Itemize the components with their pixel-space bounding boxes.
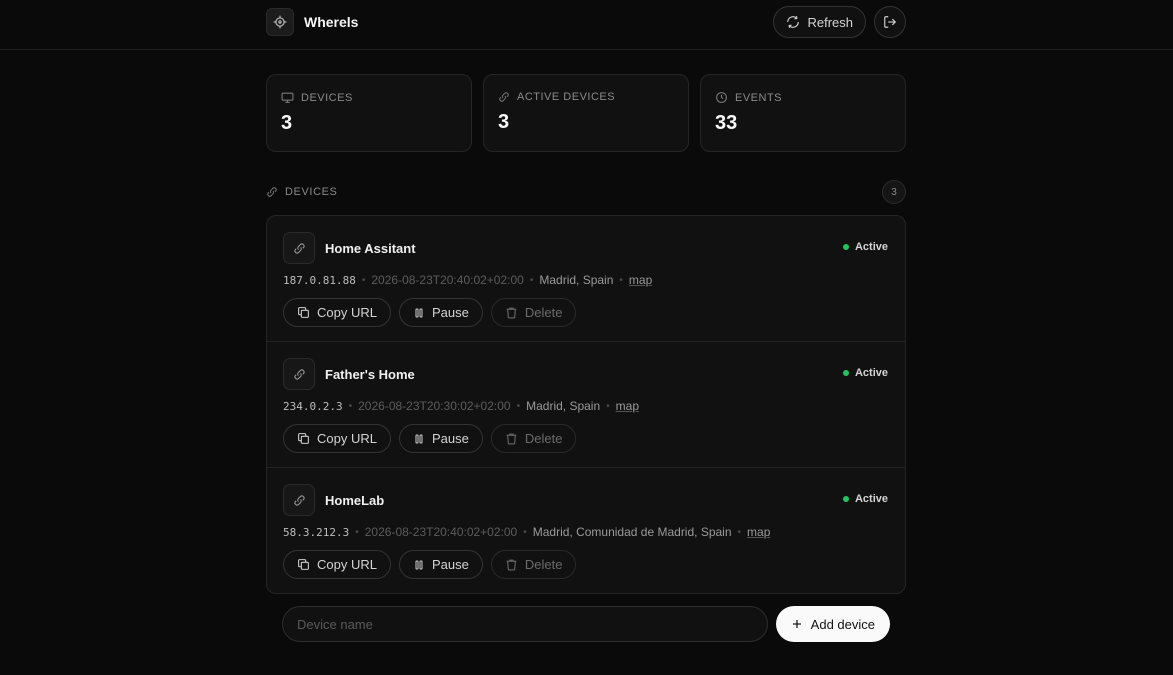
pause-label: Pause [431,431,469,446]
separator-dot: • [516,400,521,412]
device-ip: 58.3.212.3 [283,525,350,539]
separator-dot: • [606,400,610,412]
device-timestamp: 2026-08-23T20:40:02+02:00 [364,525,518,539]
stat-devices: DEVICES 3 [266,74,472,152]
device-timestamp: 2026-08-23T20:40:02+02:00 [371,273,524,287]
stat-events: EVENTS 33 [700,74,906,152]
status-label: Active [854,241,888,253]
stat-value: 3 [281,112,293,134]
map-link[interactable]: map [629,273,652,287]
logout-icon [883,15,897,29]
trash-icon [505,432,518,445]
pause-icon [413,559,425,571]
crosshair-icon [266,8,294,36]
pause-icon [413,433,425,445]
separator-dot: • [523,526,527,538]
pause-button[interactable]: Pause [398,298,483,327]
top-bar: Wherels Refresh [0,0,1173,50]
separator-dot: • [619,274,623,286]
stats-row: DEVICES 3 ACTIVE DEVICES 3 EVENTS 33 [266,74,906,152]
copy-url-label: Copy URL [317,557,377,572]
clock-icon [715,91,728,104]
copy-icon [297,432,310,445]
stat-active-devices: ACTIVE DEVICES 3 [483,74,689,152]
link-icon [498,91,510,103]
pause-icon [413,307,425,319]
stat-label: EVENTS [735,91,783,104]
separator-dot: • [361,274,366,286]
devices-count-badge: 3 [882,180,906,204]
link-icon [266,186,278,198]
add-device-row: Add device [282,606,890,642]
device-name: Father's Home [325,366,415,382]
app-name: Wherels [304,14,359,30]
device-item: Father's Home Active 234.0.2.3 • 2026-08… [267,342,905,468]
delete-button[interactable]: Delete [490,550,577,579]
device-list: Home Assitant Active 187.0.81.88 • 2026-… [266,215,906,594]
refresh-button[interactable]: Refresh [773,6,866,38]
device-ip: 234.0.2.3 [283,399,343,413]
status-dot [842,496,849,502]
device-item: Home Assitant Active 187.0.81.88 • 2026-… [267,216,905,342]
copy-icon [297,558,310,571]
devices-section-header: DEVICES 3 [266,180,906,204]
separator-dot: • [529,274,534,286]
status-badge: Active [842,493,888,505]
brand[interactable]: Wherels [266,8,358,36]
device-timestamp: 2026-08-23T20:30:02+02:00 [358,399,511,413]
pause-label: Pause [431,557,469,572]
pause-button[interactable]: Pause [398,424,483,453]
device-location: Madrid, Spain [526,399,601,413]
separator-dot: • [737,526,742,538]
status-badge: Active [842,367,888,379]
stat-label: DEVICES [301,91,353,104]
status-badge: Active [842,241,888,253]
stat-label: ACTIVE DEVICES [517,91,616,103]
delete-button[interactable]: Delete [490,424,577,453]
delete-label: Delete [524,557,563,572]
trash-icon [505,558,518,571]
delete-label: Delete [524,431,563,446]
add-device-label: Add device [810,616,875,632]
copy-url-button[interactable]: Copy URL [283,424,391,453]
status-dot [842,370,849,376]
copy-url-label: Copy URL [317,305,377,320]
status-label: Active [854,493,888,505]
delete-button[interactable]: Delete [490,298,577,327]
device-location: Madrid, Comunidad de Madrid, Spain [532,525,732,539]
stat-value: 33 [715,112,738,134]
link-icon [283,358,315,390]
copy-url-button[interactable]: Copy URL [283,550,391,579]
copy-url-button[interactable]: Copy URL [283,298,391,327]
copy-url-label: Copy URL [317,431,377,446]
add-device-button[interactable]: Add device [775,606,890,642]
link-icon [283,232,315,264]
device-name: Home Assitant [325,240,416,256]
separator-dot: • [355,526,359,538]
plus-icon [791,618,803,630]
map-link[interactable]: map [747,525,770,539]
monitor-icon [281,91,294,104]
copy-icon [297,306,310,319]
status-label: Active [854,367,888,379]
trash-icon [505,306,518,319]
separator-dot: • [348,400,353,412]
link-icon [283,484,315,516]
device-ip: 187.0.81.88 [283,273,356,287]
device-item: HomeLab Active 58.3.212.3 • 2026-08-23T2… [267,468,905,593]
device-name-input[interactable] [282,606,768,642]
device-name: HomeLab [325,492,385,508]
stat-value: 3 [498,111,510,133]
pause-label: Pause [431,305,469,320]
logout-button[interactable] [874,6,906,38]
section-title: DEVICES [285,186,338,198]
pause-button[interactable]: Pause [398,550,483,579]
refresh-label: Refresh [807,14,853,30]
map-link[interactable]: map [616,399,639,413]
refresh-icon [786,15,800,29]
device-location: Madrid, Spain [539,273,614,287]
status-dot [842,244,849,250]
delete-label: Delete [524,305,563,320]
